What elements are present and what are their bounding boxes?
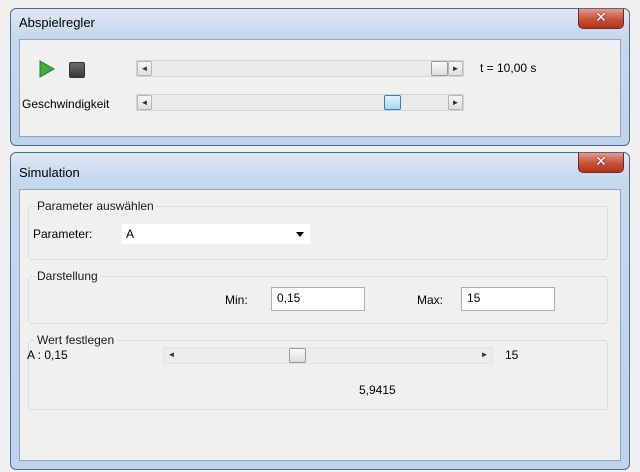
- scroll-right-arrow-icon[interactable]: ►: [448, 61, 463, 76]
- scroll-right-arrow-icon[interactable]: ►: [448, 95, 463, 110]
- current-value: 5,9415: [359, 383, 396, 397]
- scroll-right-arrow-icon[interactable]: ►: [477, 348, 492, 363]
- close-icon: ✕: [595, 154, 607, 170]
- max-label: Max:: [417, 293, 444, 307]
- max-field[interactable]: 15: [461, 287, 555, 311]
- parameter-select[interactable]: A: [121, 223, 311, 245]
- value-slider[interactable]: ◄ ►: [163, 347, 493, 364]
- scroll-left-arrow-icon[interactable]: ◄: [164, 348, 179, 363]
- parameter-label: Parameter:: [33, 227, 93, 241]
- value-group: Wert festlegen A : 0,15 ◄ ► 15 5,9415: [27, 333, 608, 410]
- parameter-select-value: A: [126, 227, 135, 241]
- player-client-area: ◄ ► t = 10,00 s Geschwindigkeit ◄ ►: [19, 39, 621, 137]
- display-group: Darstellung Min: 0,15 Max: 15: [28, 269, 608, 324]
- play-icon[interactable]: [39, 60, 55, 78]
- scroll-left-arrow-icon[interactable]: ◄: [137, 61, 152, 76]
- time-slider-thumb[interactable]: [431, 61, 448, 76]
- parameter-group: Parameter auswählen Parameter: A: [28, 199, 608, 260]
- speed-slider-thumb[interactable]: [384, 95, 401, 110]
- simulation-window: Simulation ✕ Parameter auswählen Paramet…: [10, 152, 630, 470]
- player-window: Abspielregler ✕ ◄ ► t = 10,00 s Geschwin…: [10, 8, 630, 146]
- min-field[interactable]: 0,15: [271, 287, 365, 311]
- parameter-group-legend: Parameter auswählen: [35, 199, 156, 213]
- value-group-legend: Wert festlegen: [35, 333, 117, 347]
- min-label: Min:: [225, 293, 248, 307]
- time-readout: t = 10,00 s: [480, 61, 537, 75]
- value-slider-thumb[interactable]: [289, 348, 306, 363]
- speed-label: Geschwindigkeit: [22, 97, 110, 111]
- player-close-button[interactable]: ✕: [578, 9, 624, 29]
- simulation-client-area: Parameter auswählen Parameter: A Darstel…: [19, 189, 621, 461]
- close-icon: ✕: [595, 10, 607, 26]
- scroll-left-arrow-icon[interactable]: ◄: [137, 95, 152, 110]
- display-group-legend: Darstellung: [35, 269, 100, 283]
- range-max-label: 15: [505, 348, 519, 362]
- simulation-close-button[interactable]: ✕: [578, 153, 624, 173]
- time-slider[interactable]: ◄ ►: [136, 60, 464, 77]
- chevron-down-icon[interactable]: [296, 232, 304, 237]
- player-window-title: Abspielregler: [19, 15, 95, 30]
- speed-slider[interactable]: ◄ ►: [136, 94, 464, 111]
- stop-icon[interactable]: [69, 62, 85, 78]
- range-min-label: A : 0,15: [27, 348, 68, 362]
- simulation-window-title: Simulation: [19, 165, 80, 180]
